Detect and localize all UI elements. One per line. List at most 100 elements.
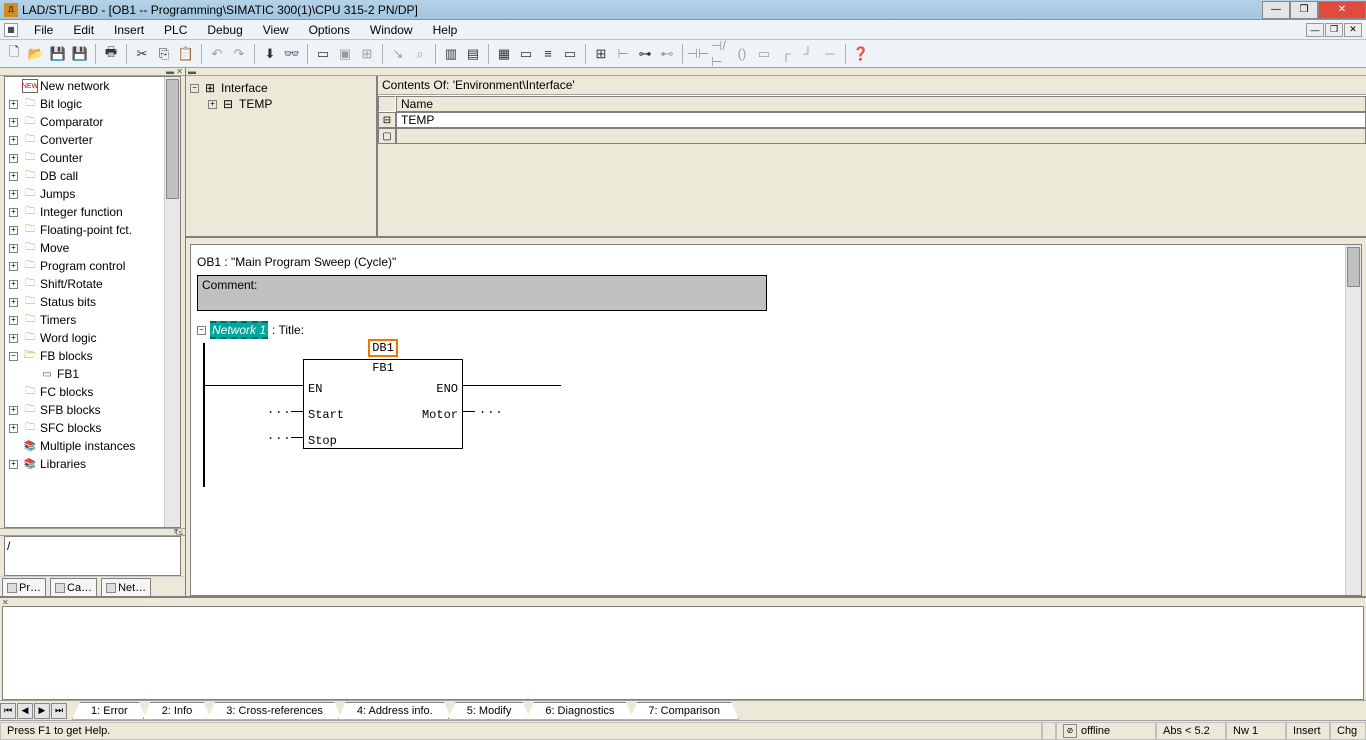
tree-new-network[interactable]: New network (40, 79, 109, 93)
unassigned-param[interactable]: ... (267, 403, 292, 417)
expand-icon[interactable]: + (9, 298, 18, 307)
open-icon[interactable]: 📂 (26, 44, 46, 64)
collapse-icon[interactable]: − (190, 84, 199, 93)
goto-icon[interactable]: ↘ (388, 44, 408, 64)
column-name[interactable]: Name (396, 96, 1366, 112)
tree-jumps[interactable]: Jumps (40, 187, 75, 201)
tree-shift-rotate[interactable]: Shift/Rotate (40, 277, 103, 291)
tab-error[interactable]: 1: Error (72, 702, 147, 720)
tab-networks[interactable]: Net… (101, 578, 151, 596)
interface-tree[interactable]: −⊞Interface +⊟TEMP (186, 76, 378, 236)
branch-open-icon[interactable]: ┌ (776, 44, 796, 64)
tree-fc-blocks[interactable]: FC blocks (40, 385, 93, 399)
expand-icon[interactable]: + (9, 172, 18, 181)
nc-contact-icon[interactable]: ⊣/⊢ (710, 44, 730, 64)
tab-call-structure[interactable]: Ca… (50, 578, 97, 596)
branch-close-icon[interactable]: ┘ (798, 44, 818, 64)
filter-input[interactable] (5, 537, 180, 555)
new-icon[interactable]: 🗋 (4, 44, 24, 64)
tree-timers[interactable]: Timers (40, 313, 76, 327)
comment-box[interactable]: Comment: (197, 275, 767, 311)
box-icon[interactable]: ▭ (754, 44, 774, 64)
expand-icon[interactable]: + (9, 316, 18, 325)
tree-libraries[interactable]: Libraries (40, 457, 86, 471)
monitor-icon[interactable]: 👓 (282, 44, 302, 64)
ref-icon[interactable]: ⊞ (357, 44, 377, 64)
connect-icon[interactable]: ⊶ (635, 44, 655, 64)
expand-icon[interactable]: + (9, 334, 18, 343)
unassigned-param[interactable]: ... (479, 403, 504, 417)
menu-insert[interactable]: Insert (104, 21, 154, 39)
expand-icon[interactable]: + (9, 208, 18, 217)
help-icon[interactable]: ❓ (851, 44, 871, 64)
editor-scrollbar[interactable] (1345, 245, 1361, 595)
tab-nav-first[interactable]: ⏮ (0, 703, 16, 719)
minimize-button[interactable]: — (1262, 1, 1290, 19)
tree-converter[interactable]: Converter (40, 133, 93, 147)
tree-program-control[interactable]: Program control (40, 259, 125, 273)
network-label[interactable]: Network 1 (210, 321, 268, 339)
module-icon[interactable]: ▭ (313, 44, 333, 64)
iface-temp[interactable]: TEMP (239, 97, 272, 111)
tab-modify[interactable]: 5: Modify (448, 702, 531, 720)
maximize-button[interactable]: ❐ (1290, 1, 1318, 19)
mdi-system-icon[interactable]: ▦ (4, 23, 18, 37)
save-icon[interactable]: 💾 (48, 44, 68, 64)
cut-icon[interactable]: ✂ (132, 44, 152, 64)
tree-fb1[interactable]: FB1 (57, 367, 79, 381)
menu-plc[interactable]: PLC (154, 21, 197, 39)
iface-root[interactable]: Interface (221, 81, 268, 95)
view-detail-icon[interactable]: ▤ (463, 44, 483, 64)
branch-icon[interactable]: ⊢ (613, 44, 633, 64)
expand-icon[interactable]: + (9, 136, 18, 145)
tree-sfb-blocks[interactable]: SFB blocks (40, 403, 101, 417)
tree-multiple-instances[interactable]: Multiple instances (40, 439, 135, 453)
menu-help[interactable]: Help (423, 21, 468, 39)
lad-editor[interactable]: OB1 : "Main Program Sweep (Cycle)" Comme… (190, 244, 1362, 596)
expand-icon[interactable]: + (9, 100, 18, 109)
row-temp[interactable]: TEMP (396, 112, 1366, 128)
lad-icon[interactable]: ▭ (516, 44, 536, 64)
output-content[interactable] (2, 606, 1364, 700)
saveall-icon[interactable]: 💾 (70, 44, 90, 64)
output-handle[interactable]: ✕ (0, 598, 1366, 606)
tab-nav-next[interactable]: ▶ (34, 703, 50, 719)
network-icon[interactable]: ⊞ (591, 44, 611, 64)
collapse-icon[interactable]: − (9, 352, 18, 361)
tree-float-fn[interactable]: Floating-point fct. (40, 223, 132, 237)
tab-cross-references[interactable]: 3: Cross-references (207, 702, 342, 720)
print-icon[interactable]: 🖶 (101, 44, 121, 64)
close-button[interactable]: ✕ (1318, 1, 1366, 19)
expand-icon[interactable]: + (9, 280, 18, 289)
tree-integer-fn[interactable]: Integer function (40, 205, 123, 219)
expand-icon[interactable]: + (9, 406, 18, 415)
tab-diagnostics[interactable]: 6: Diagnostics (526, 702, 633, 720)
tab-info[interactable]: 2: Info (143, 702, 212, 720)
expand-icon[interactable]: + (9, 226, 18, 235)
menu-file[interactable]: File (24, 21, 63, 39)
tree-sfc-blocks[interactable]: SFC blocks (40, 421, 101, 435)
panel-resize[interactable]: ₹≤ (0, 528, 185, 536)
stl-icon[interactable]: ≡ (538, 44, 558, 64)
output-coil-icon[interactable]: () (732, 44, 752, 64)
tab-nav-prev[interactable]: ◀ (17, 703, 33, 719)
mdi-restore-button[interactable]: ❐ (1325, 23, 1343, 37)
menu-view[interactable]: View (253, 21, 299, 39)
menu-window[interactable]: Window (360, 21, 423, 39)
copy-icon[interactable]: ⎘ (154, 44, 174, 64)
tab-address-info[interactable]: 4: Address info. (338, 702, 452, 720)
catalog-icon[interactable]: ▦ (494, 44, 514, 64)
tab-comparison[interactable]: 7: Comparison (629, 702, 739, 720)
tree-fb-blocks[interactable]: FB blocks (40, 349, 93, 363)
mdi-close-button[interactable]: ✕ (1344, 23, 1362, 37)
find-icon[interactable]: ⌕ (410, 44, 430, 64)
panel-handle-top[interactable]: ▬ ✕ (0, 68, 185, 76)
fbd-icon[interactable]: ▭ (560, 44, 580, 64)
expand-icon[interactable]: + (9, 244, 18, 253)
connection-icon[interactable]: ─ (820, 44, 840, 64)
right-panel-handle[interactable]: ▬ (186, 68, 1366, 76)
tree-word-logic[interactable]: Word logic (40, 331, 96, 345)
catalog-tree[interactable]: NEWNew network +🗀Bit logic +🗀Comparator … (4, 76, 181, 528)
undo-icon[interactable]: ↶ (207, 44, 227, 64)
ladder-diagram[interactable]: DB1 FB1 EN ENO Start Motor Stop ... (203, 357, 803, 487)
